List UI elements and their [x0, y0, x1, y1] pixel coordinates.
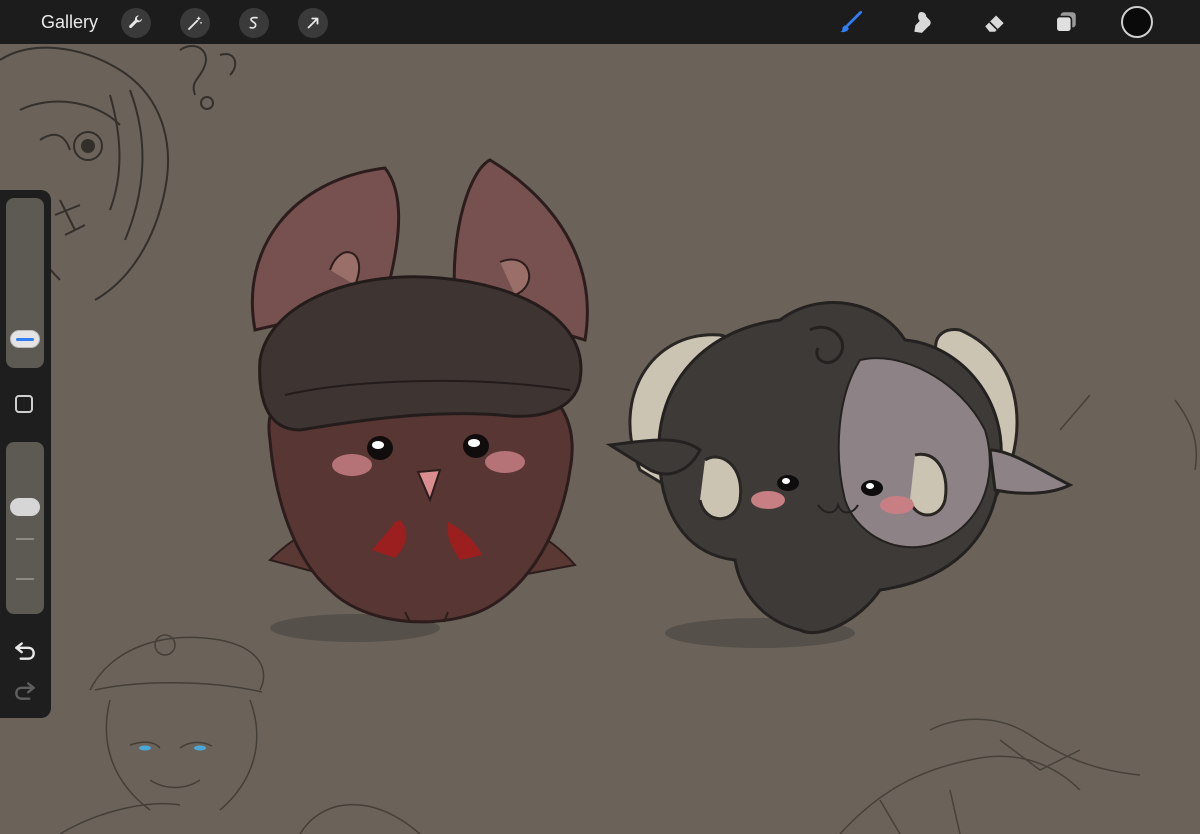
brush-size-slider[interactable]: [6, 198, 44, 368]
opacity-tick: [16, 578, 34, 580]
wrench-icon: [129, 15, 143, 29]
selection-button[interactable]: [239, 8, 269, 38]
opacity-tick: [16, 538, 34, 540]
adjustments-button[interactable]: [180, 8, 210, 38]
redo-icon[interactable]: [12, 677, 38, 703]
magic-wand-icon: [188, 16, 203, 30]
selection-icon: [249, 16, 258, 29]
top-toolbar: Gallery: [0, 0, 1200, 44]
brush-size-thumb[interactable]: [10, 330, 40, 348]
smudge-icon: [914, 11, 931, 33]
brush-button[interactable]: [836, 7, 866, 37]
layers-icon: [1055, 12, 1076, 33]
smudge-button[interactable]: [908, 7, 938, 37]
transform-arrow-icon: [307, 17, 319, 29]
layers-button[interactable]: [1051, 7, 1081, 37]
drawing-canvas[interactable]: [0, 0, 1200, 834]
brush-size-thumb-indicator: [16, 338, 34, 341]
color-picker-button[interactable]: [1121, 6, 1153, 38]
opacity-thumb[interactable]: [10, 498, 40, 516]
left-sidebar: [0, 190, 51, 718]
eraser-button[interactable]: [980, 7, 1010, 37]
brush-icon: [840, 10, 863, 33]
transform-button[interactable]: [298, 8, 328, 38]
undo-icon[interactable]: [12, 637, 38, 663]
gallery-button[interactable]: Gallery: [41, 11, 98, 33]
actions-button[interactable]: [121, 8, 151, 38]
eraser-icon: [985, 15, 1004, 32]
modify-square-icon[interactable]: [15, 395, 33, 413]
opacity-slider[interactable]: [6, 442, 44, 614]
